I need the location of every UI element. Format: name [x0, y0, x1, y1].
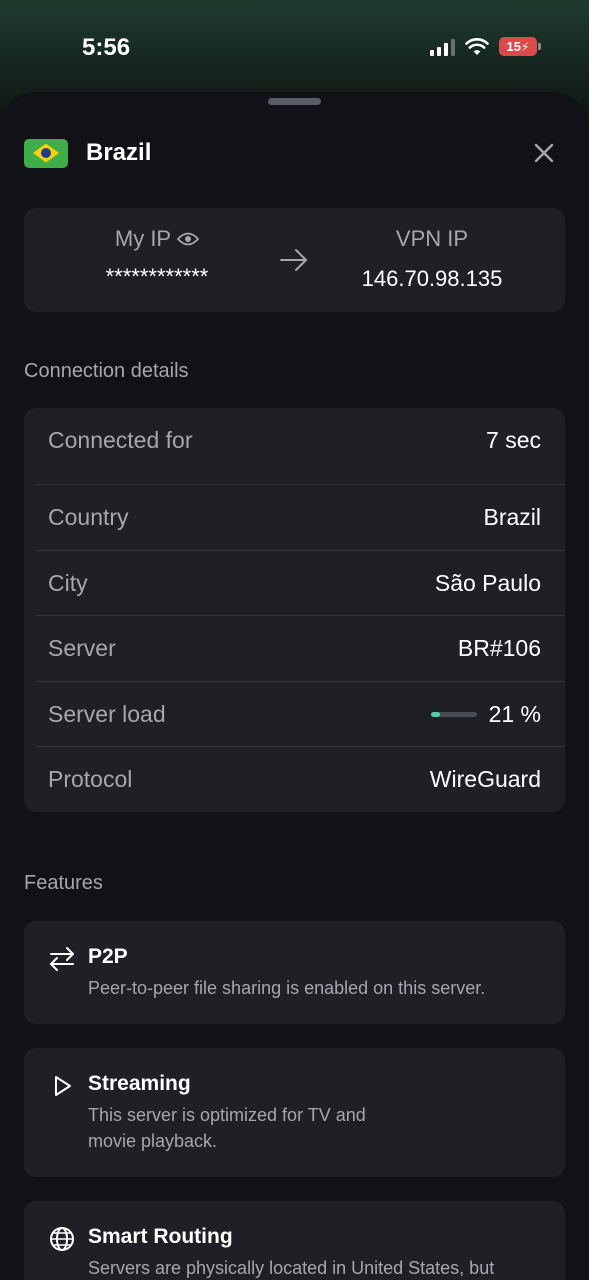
- vpn-ip-value: 146.70.98.135: [361, 266, 503, 291]
- row-connected-for: Connected for 7 sec: [24, 408, 565, 473]
- row-city: City São Paulo: [24, 551, 565, 616]
- row-label: Connected for: [48, 427, 193, 453]
- sheet-grabber[interactable]: [268, 98, 321, 105]
- my-ip-label: My IP: [114, 226, 172, 251]
- close-icon[interactable]: [529, 138, 559, 168]
- feature-description-line1: This server is optimized for TV and: [88, 1105, 366, 1125]
- play-icon: [55, 1076, 71, 1096]
- feature-p2p: P2P Peer-to-peer file sharing is enabled…: [24, 921, 565, 1024]
- connection-details-label: Connection details: [24, 360, 189, 382]
- ip-card: My IP ************ VPN IP 146.70.98.135: [24, 208, 565, 312]
- row-country: Country Brazil: [24, 485, 565, 550]
- status-icons: 15 ⚡: [430, 37, 541, 56]
- server-load-fill: [430, 712, 441, 717]
- my-ip-value: ************: [105, 264, 209, 289]
- arrow-right-icon: [280, 249, 307, 271]
- vpn-ip-label: VPN IP: [395, 226, 469, 251]
- country-title: Brazil: [86, 139, 152, 166]
- row-value: Brazil: [483, 504, 541, 530]
- row-label: Server: [48, 635, 116, 661]
- row-server: Server BR#106: [24, 616, 565, 681]
- row-label: Protocol: [48, 766, 133, 792]
- wifi-icon: [465, 37, 489, 55]
- row-value: São Paulo: [434, 570, 541, 596]
- row-server-load: Server load 21 %: [24, 682, 565, 747]
- brazil-flag-icon: [24, 138, 68, 168]
- row-label: City: [48, 570, 88, 596]
- feature-description: Peer-to-peer file sharing is enabled on …: [88, 978, 486, 998]
- row-protocol: Protocol WireGuard: [24, 747, 565, 812]
- cellular-signal-icon: [430, 38, 455, 56]
- feature-description: Servers are physically located in United…: [88, 1258, 495, 1278]
- connection-details-card: Connected for 7 sec Country Brazil City …: [24, 408, 565, 812]
- my-ip-column: My IP ************: [57, 226, 257, 290]
- row-label: Country: [48, 504, 129, 530]
- status-bar: 5:56 15 ⚡: [0, 0, 589, 92]
- feature-smart-routing: Smart Routing Servers are physically loc…: [24, 1201, 565, 1280]
- row-value: 7 sec: [486, 427, 541, 453]
- row-value: WireGuard: [429, 766, 541, 792]
- feature-title: Streaming: [88, 1072, 191, 1095]
- battery-icon: 15 ⚡: [499, 37, 541, 56]
- features-label: Features: [24, 872, 103, 894]
- feature-title: Smart Routing: [88, 1225, 233, 1248]
- row-label: Server load: [48, 701, 166, 727]
- row-value: BR#106: [457, 635, 541, 661]
- server-load-bar: [430, 712, 477, 717]
- feature-description-line2: movie playback.: [88, 1131, 218, 1151]
- server-details-sheet: Brazil My IP ************ VPN IP 146.70.…: [0, 92, 589, 1280]
- vpn-ip-column: VPN IP 146.70.98.135: [332, 226, 532, 292]
- globe-icon: [50, 1227, 74, 1251]
- status-time: 5:56: [82, 34, 131, 61]
- sheet-header: Brazil: [24, 138, 565, 168]
- eye-icon[interactable]: [177, 231, 200, 247]
- battery-level: 15: [506, 39, 522, 54]
- feature-streaming: Streaming This server is optimized for T…: [24, 1048, 565, 1177]
- p2p-arrows-icon: [50, 947, 74, 971]
- feature-title: P2P: [88, 945, 128, 968]
- row-value: 21 %: [488, 701, 541, 727]
